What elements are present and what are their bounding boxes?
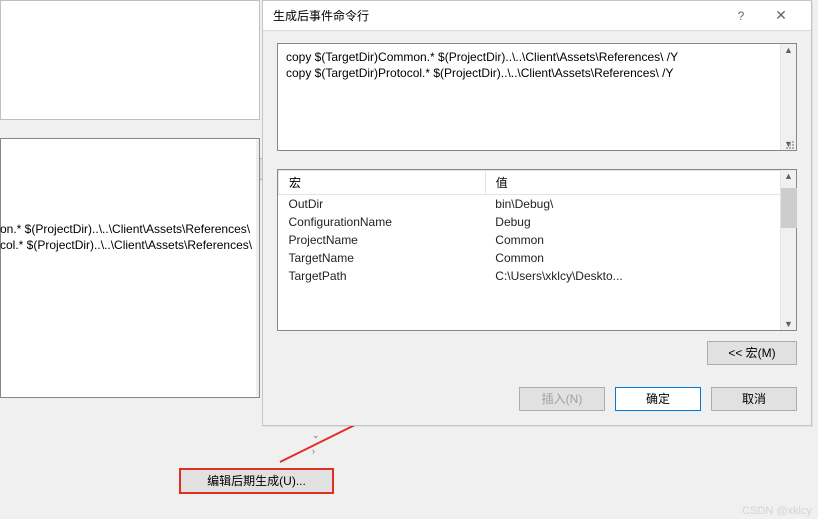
macros-table: 宏 值 OutDirbin\Debug\ ConfigurationNameDe… — [277, 169, 797, 331]
command-textarea[interactable]: copy $(TargetDir)Common.* $(ProjectDir).… — [277, 43, 797, 151]
help-icon[interactable]: ? — [721, 9, 761, 23]
caret-down-icon: ⌄ — [312, 430, 320, 441]
cmd-line-2: copy $(TargetDir)Protocol.* $(ProjectDir… — [286, 66, 673, 80]
caret-right-icon: › — [312, 446, 315, 456]
scrollbar-thumb[interactable] — [781, 188, 797, 228]
postbuild-event-dialog: 生成后事件命令行 ? ✕ copy $(TargetDir)Common.* $… — [262, 0, 812, 426]
prebuild-textarea[interactable] — [0, 0, 260, 120]
ok-button[interactable]: 确定 — [615, 387, 701, 411]
cmd-scrollbar[interactable]: ▲ ▼ — [780, 44, 796, 150]
insert-button: 插入(N) — [519, 387, 605, 411]
col-header-name[interactable]: 宏 — [279, 171, 486, 195]
resize-grip-icon[interactable] — [784, 139, 794, 149]
close-icon[interactable]: ✕ — [761, 7, 801, 24]
bg-command-line-1: on.* $(ProjectDir)..\..\Client\Assets\Re… — [0, 222, 250, 236]
table-row: ProjectNameCommon — [279, 231, 796, 249]
scroll-up-icon[interactable]: ▲ — [781, 45, 796, 55]
table-row: TargetNameCommon — [279, 249, 796, 267]
postbuild-textarea[interactable] — [0, 138, 260, 398]
watermark: CSDN @xklcy — [742, 505, 812, 517]
col-header-value[interactable]: 值 — [485, 171, 795, 195]
scroll-up-icon[interactable]: ▲ — [781, 171, 796, 181]
dialog-button-row: 插入(N) 确定 取消 — [519, 387, 797, 411]
dialog-titlebar: 生成后事件命令行 ? ✕ — [263, 1, 811, 31]
edit-postbuild-button[interactable]: 编辑后期生成(U)... — [179, 468, 334, 494]
dialog-title: 生成后事件命令行 — [273, 7, 369, 24]
cmd-line-1: copy $(TargetDir)Common.* $(ProjectDir).… — [286, 50, 678, 64]
bg-command-line-2: col.* $(ProjectDir)..\..\Client\Assets\R… — [0, 238, 252, 252]
cancel-button[interactable]: 取消 — [711, 387, 797, 411]
scroll-down-icon[interactable]: ▼ — [781, 319, 796, 329]
table-row: TargetPathC:\Users\xklcy\Deskto... — [279, 267, 796, 285]
macros-toggle-button[interactable]: << 宏(M) — [707, 341, 797, 365]
table-row: OutDirbin\Debug\ — [279, 195, 796, 214]
macros-scrollbar[interactable]: ▲ ▼ — [780, 170, 796, 330]
table-row: ConfigurationNameDebug — [279, 213, 796, 231]
